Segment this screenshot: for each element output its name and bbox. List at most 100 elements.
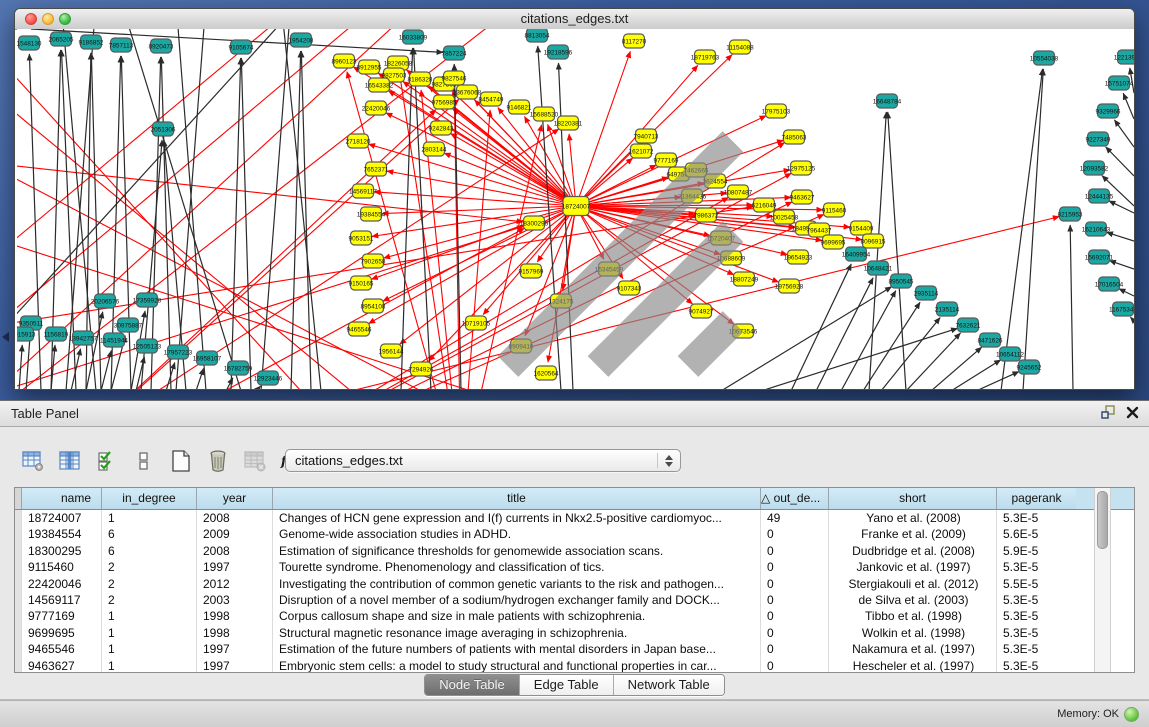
cell-in_degree[interactable]: 6 [101,543,196,559]
collapse-panel-arrow-icon[interactable] [2,332,9,342]
cell-name[interactable]: 9777169 [21,608,101,624]
cell-short[interactable]: Jankovic et al. (1997) [828,559,996,575]
table-scrollbar-thumb[interactable] [1097,491,1108,549]
cell-short[interactable]: Yano et al. (2008) [828,510,996,526]
table-row[interactable]: 1456911722003Disruption of a novel membe… [15,592,1134,608]
cell-year[interactable]: 2003 [196,592,272,608]
cell-name[interactable]: 9465546 [21,641,101,657]
cell-out_degree[interactable]: 0 [760,592,828,608]
table-panel-titlebar[interactable]: Table Panel [0,400,1149,427]
cell-pagerank[interactable]: 5.3E-5 [996,592,1076,608]
cell-year[interactable]: 2008 [196,543,272,559]
cell-title[interactable]: Tourette syndrome. Phenomenology and cla… [272,559,760,575]
cell-out_degree[interactable]: 0 [760,658,828,673]
tab-network-table[interactable]: Network Table [613,675,724,695]
close-panel-icon[interactable] [1126,406,1139,419]
cell-out_degree[interactable]: 0 [760,543,828,559]
table-row[interactable]: 2242004622012Investigating the contribut… [15,576,1134,592]
cell-pagerank[interactable]: 5.3E-5 [996,608,1076,624]
cell-title[interactable]: Estimation of significance thresholds fo… [272,543,760,559]
table-settings-icon[interactable] [20,448,46,474]
cell-pagerank[interactable]: 5.9E-5 [996,543,1076,559]
float-panel-icon[interactable] [1100,405,1116,420]
cell-out_degree[interactable]: 0 [760,526,828,542]
network-window-titlebar[interactable]: citations_edges.txt [15,9,1134,30]
cell-in_degree[interactable]: 2 [101,592,196,608]
table-row[interactable]: 1872400712008Changes of HCN gene express… [15,510,1134,526]
cell-title[interactable]: Genome-wide association studies in ADHD. [272,526,760,542]
cell-name[interactable]: 9699695 [21,625,101,641]
cell-title[interactable]: Corpus callosum shape and size in male p… [272,608,760,624]
network-window[interactable]: citations_edges.txt 18724007896012389129… [14,8,1135,390]
cell-pagerank[interactable]: 5.3E-5 [996,559,1076,575]
cell-in_degree[interactable]: 2 [101,576,196,592]
table-row[interactable]: 1938455462009Genome-wide association stu… [15,526,1134,542]
cell-out_degree[interactable]: 0 [760,641,828,657]
tab-edge-table[interactable]: Edge Table [519,675,613,695]
cell-short[interactable]: Tibbo et al. (1998) [828,608,996,624]
cell-title[interactable]: Disruption of a novel member of a sodium… [272,592,760,608]
cell-in_degree[interactable]: 6 [101,526,196,542]
cell-short[interactable]: Dudbridge et al. (2008) [828,543,996,559]
cell-pagerank[interactable]: 5.3E-5 [996,658,1076,673]
cell-title[interactable]: Structural magnetic resonance image aver… [272,625,760,641]
cell-title[interactable]: Embryonic stem cells: a model to study s… [272,658,760,673]
cell-name[interactable]: 18300295 [21,543,101,559]
show-column-icon[interactable] [57,448,83,474]
cell-year[interactable]: 2008 [196,510,272,526]
table-row[interactable]: 977716911998Corpus callosum shape and si… [15,608,1134,624]
cell-pagerank[interactable]: 5.5E-5 [996,576,1076,592]
select-all-icon[interactable] [94,448,120,474]
cell-name[interactable]: 18724007 [21,510,101,526]
cell-year[interactable]: 1998 [196,625,272,641]
cell-in_degree[interactable]: 1 [101,641,196,657]
cell-out_degree[interactable]: 0 [760,625,828,641]
column-header-name[interactable]: name [21,488,101,509]
cell-pagerank[interactable]: 5.3E-5 [996,625,1076,641]
tab-node-table[interactable]: Node Table [425,675,519,695]
cell-in_degree[interactable]: 1 [101,608,196,624]
cell-name[interactable]: 9463627 [21,658,101,673]
new-table-icon[interactable] [168,448,194,474]
table-row[interactable]: 1830029562008Estimation of significance … [15,543,1134,559]
cell-name[interactable]: 14569117 [21,592,101,608]
cell-year[interactable]: 2009 [196,526,272,542]
cell-out_degree[interactable]: 0 [760,608,828,624]
cell-short[interactable]: Nakamura et al. (1997) [828,641,996,657]
table-row[interactable]: 946554611997Estimation of the future num… [15,641,1134,657]
cell-short[interactable]: Wolkin et al. (1998) [828,625,996,641]
cell-year[interactable]: 1997 [196,641,272,657]
cell-short[interactable]: Stergiakouli et al. (2012) [828,576,996,592]
table-row[interactable]: 911546021997Tourette syndrome. Phenomeno… [15,559,1134,575]
cell-name[interactable]: 9115460 [21,559,101,575]
cell-in_degree[interactable]: 1 [101,658,196,673]
table-row[interactable]: 969969511998Structural magnetic resonanc… [15,625,1134,641]
cell-out_degree[interactable]: 0 [760,576,828,592]
column-header-in_degree[interactable]: in_degree [101,488,196,509]
cell-title[interactable]: Estimation of the future numbers of pati… [272,641,760,657]
cell-short[interactable]: Hescheler et al. (1997) [828,658,996,673]
table-scrollbar[interactable] [1094,488,1111,672]
network-canvas[interactable]: 1872400789601238912955182260589827503165… [17,29,1134,389]
cell-name[interactable]: 22420046 [21,576,101,592]
cell-name[interactable]: 19384554 [21,526,101,542]
cell-short[interactable]: de Silva et al. (2003) [828,592,996,608]
column-header-short[interactable]: short [828,488,996,509]
cell-pagerank[interactable]: 5.3E-5 [996,510,1076,526]
cell-year[interactable]: 1997 [196,559,272,575]
column-header-title[interactable]: title [272,488,760,509]
cell-in_degree[interactable]: 1 [101,625,196,641]
node-attribute-table[interactable]: namein_degreeyeartitle△ out_de...shortpa… [14,487,1135,673]
column-header-pagerank[interactable]: pagerank [996,488,1076,509]
table-row[interactable]: 946362711997Embryonic stem cells: a mode… [15,658,1134,673]
cell-pagerank[interactable]: 5.3E-5 [996,641,1076,657]
cell-short[interactable]: Franke et al. (2009) [828,526,996,542]
cell-title[interactable]: Investigating the contribution of common… [272,576,760,592]
delete-table-icon[interactable] [242,448,268,474]
cell-out_degree[interactable]: 0 [760,559,828,575]
column-header-year[interactable]: year [196,488,272,509]
cell-out_degree[interactable]: 49 [760,510,828,526]
cell-in_degree[interactable]: 2 [101,559,196,575]
cell-year[interactable]: 2012 [196,576,272,592]
cell-title[interactable]: Changes of HCN gene expression and I(f) … [272,510,760,526]
